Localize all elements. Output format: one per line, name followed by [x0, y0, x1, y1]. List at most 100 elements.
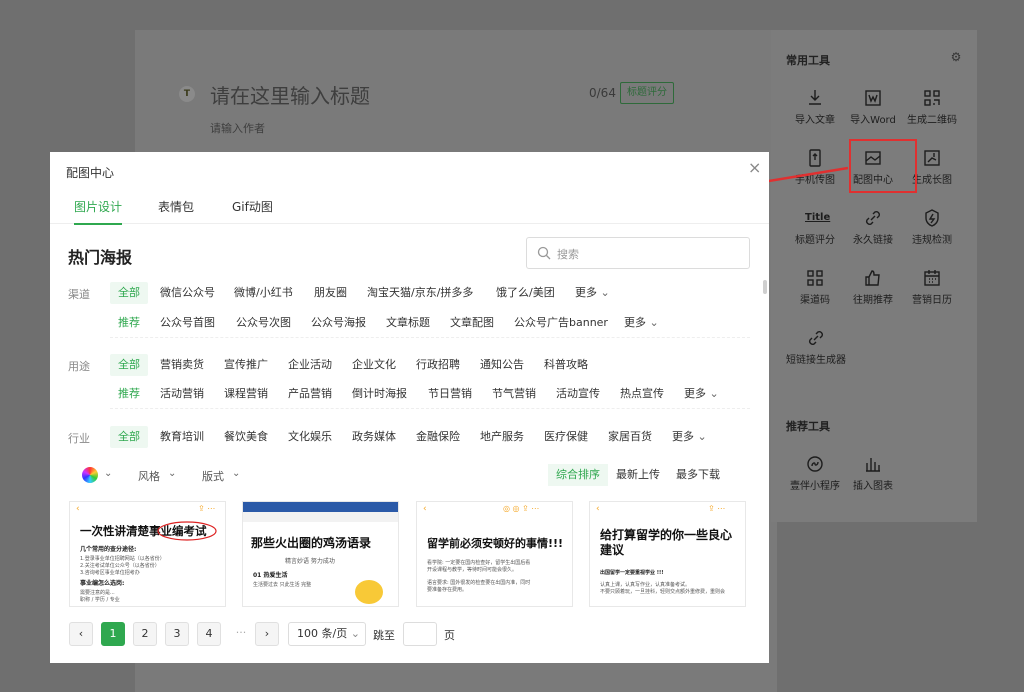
filter-chip[interactable]: 家居百货 [600, 426, 660, 448]
pagination: ‹ 1 2 3 4 ··· › 100 条/页 ⌄ 跳至 页 [50, 622, 769, 652]
filter-chip[interactable]: 推荐 [110, 312, 148, 334]
tool-mini-program[interactable]: 壹伴小程序 [785, 454, 845, 492]
sort-latest[interactable]: 最新上传 [608, 464, 668, 486]
filter-chip[interactable]: 公众号广告banner [506, 312, 616, 334]
gear-icon[interactable]: ⚙ [949, 50, 963, 64]
poster-card[interactable]: ‹ ⇪ ⋯ 一次性讲清楚事业编考试 几个常用的查分途径: 1.登录事业单位招聘网站… [69, 501, 226, 607]
filter-chip[interactable]: 企业活动 [280, 354, 340, 376]
filter-more[interactable]: 更多 [664, 426, 715, 448]
chevron-down-icon[interactable]: ⌄ [232, 468, 240, 479]
filter-chip[interactable]: 全部 [110, 354, 148, 376]
filter-chip[interactable]: 金融保险 [408, 426, 468, 448]
image-center-modal: 配图中心 × 图片设计 表情包 Gif动图 热门海报 搜索 渠道 全部 微信公众… [50, 152, 769, 663]
back-icon: ‹ [596, 504, 600, 514]
filter-chip[interactable]: 教育培训 [152, 426, 212, 448]
tools-panel: 常用工具 ⚙ 导入文章 导入Word 生成二维码 手机传图 配图中心 生成长图 … [771, 30, 977, 522]
title-input[interactable]: 请在这里输入标题 [210, 80, 370, 109]
tool-qrcode[interactable]: 生成二维码 [902, 88, 962, 126]
tool-short-link[interactable]: 短链接生成器 [785, 328, 847, 366]
filter-more[interactable]: 更多 [676, 383, 727, 405]
page-size-select[interactable]: 100 条/页 ⌄ [288, 622, 366, 646]
filter-chip[interactable]: 企业文化 [344, 354, 404, 376]
filter-chip[interactable]: 产品营销 [280, 383, 340, 405]
page-button[interactable]: 3 [165, 622, 189, 646]
filter-chip[interactable]: 营销卖货 [152, 354, 212, 376]
next-page-button[interactable]: › [255, 622, 279, 646]
color-filter-icon[interactable] [82, 467, 98, 483]
filter-chip[interactable]: 热点宣传 [612, 383, 672, 405]
filter-chip[interactable]: 地产服务 [472, 426, 532, 448]
card-line: 认真上课，认真写作业，认真准备考试。 [600, 582, 691, 588]
long-image-icon [924, 150, 940, 166]
prev-page-button[interactable]: ‹ [69, 622, 93, 646]
tool-import-article[interactable]: 导入文章 [785, 88, 845, 126]
poster-card[interactable]: ‹ ⇪ ⋯ 给打算留学的你一些良心建议 出国留学一定要重视学业 !!! 认真上课，… [589, 501, 746, 607]
shield-check-icon [925, 209, 939, 227]
filter-chip[interactable]: 科普攻略 [536, 354, 596, 376]
filter-chip[interactable]: 医疗保健 [536, 426, 596, 448]
filter-chip[interactable]: 文章配图 [442, 312, 502, 334]
tool-label: 往期推荐 [853, 295, 893, 306]
filter-chip[interactable]: 全部 [110, 282, 148, 304]
page-unit-label: 页 [444, 629, 455, 642]
page-ellipsis[interactable]: ··· [229, 622, 253, 646]
tool-past-recommend[interactable]: 往期推荐 [843, 268, 903, 306]
sort-comprehensive[interactable]: 综合排序 [548, 464, 608, 486]
filter-chip[interactable]: 微信公众号 [152, 282, 223, 304]
page-button[interactable]: 4 [197, 622, 221, 646]
filter-chip[interactable]: 宣传推广 [216, 354, 276, 376]
page-button[interactable]: 2 [133, 622, 157, 646]
filter-chip[interactable]: 推荐 [110, 383, 148, 405]
page-button[interactable]: 1 [101, 622, 125, 646]
card-line: 开设课程与教学，等待时间可能会很久。 [427, 567, 518, 573]
tab-stickers[interactable]: 表情包 [158, 198, 194, 223]
filter-chip[interactable]: 公众号首图 [152, 312, 223, 334]
sort-most-downloaded[interactable]: 最多下载 [668, 464, 728, 486]
close-icon[interactable]: × [748, 158, 761, 177]
filter-chip[interactable]: 公众号海报 [303, 312, 374, 334]
tool-import-word[interactable]: 导入Word [843, 88, 903, 126]
chevron-down-icon[interactable]: ⌄ [104, 468, 112, 479]
tool-violation-check[interactable]: 违规检测 [902, 208, 962, 246]
filter-chip[interactable]: 通知公告 [472, 354, 532, 376]
tool-title-score[interactable]: Title 标题评分 [785, 208, 845, 246]
author-input[interactable]: 请输入作者 [210, 120, 265, 136]
filter-chip[interactable]: 饿了么/美团 [488, 282, 563, 304]
filter-chip[interactable]: 文章标题 [378, 312, 438, 334]
filter-chip[interactable]: 政务媒体 [344, 426, 404, 448]
filter-chip[interactable]: 倒计时海报 [344, 383, 415, 405]
card-toolbar-row [243, 512, 398, 522]
tool-marketing-calendar[interactable]: 营销日历 [902, 268, 962, 306]
filter-more[interactable]: 更多 [567, 282, 618, 304]
filter-chip[interactable]: 朋友圈 [306, 282, 355, 304]
tab-image-design[interactable]: 图片设计 [74, 198, 123, 225]
tab-gif[interactable]: Gif动图 [232, 198, 273, 223]
tool-channel-code[interactable]: 渠道码 [785, 268, 845, 306]
title-score-button[interactable]: 标题评分 [620, 82, 674, 104]
search-input[interactable]: 搜索 [526, 237, 750, 269]
tool-insert-chart[interactable]: 插入图表 [843, 454, 903, 492]
layout-dropdown[interactable]: 版式 [202, 468, 224, 484]
jump-page-input[interactable] [403, 622, 437, 646]
filter-chip[interactable]: 课程营销 [216, 383, 276, 405]
filter-chip[interactable]: 公众号次图 [228, 312, 299, 334]
tool-permanent-link[interactable]: 永久链接 [843, 208, 903, 246]
filter-chip[interactable]: 餐饮美食 [216, 426, 276, 448]
filter-chip[interactable]: 行政招聘 [408, 354, 468, 376]
filter-chip[interactable]: 全部 [110, 426, 148, 448]
filter-more[interactable]: 更多 [616, 312, 667, 334]
filter-chip[interactable]: 活动宣传 [548, 383, 608, 405]
avatar: T [179, 86, 195, 102]
poster-card[interactable]: 那些火出圈的鸡汤语录 精言妙语 努力成功 01 热爱生活 生活要过去 只此生活 … [242, 501, 399, 607]
style-dropdown[interactable]: 风格 [138, 468, 160, 484]
poster-card[interactable]: ‹ ◎ ◎ ⇪ ⋯ 留学前必须安顿好的事情!!! 看学院: 一定要在国内检查好，留… [416, 501, 573, 607]
filter-chip[interactable]: 节气营销 [484, 383, 544, 405]
filter-chip[interactable]: 微博/小红书 [226, 282, 301, 304]
filter-chip[interactable]: 节日营销 [420, 383, 480, 405]
filter-chip[interactable]: 活动营销 [152, 383, 212, 405]
filter-chip[interactable]: 文化娱乐 [280, 426, 340, 448]
card-line: 几个常用的查分途径: [80, 546, 137, 553]
filter-chip[interactable]: 淘宝天猫/京东/拼多多 [359, 282, 481, 304]
chevron-down-icon[interactable]: ⌄ [168, 468, 176, 479]
filter-subrow-usage: 推荐 活动营销 课程营销 产品营销 倒计时海报 节日营销 节气营销 活动宣传 热… [50, 383, 769, 405]
